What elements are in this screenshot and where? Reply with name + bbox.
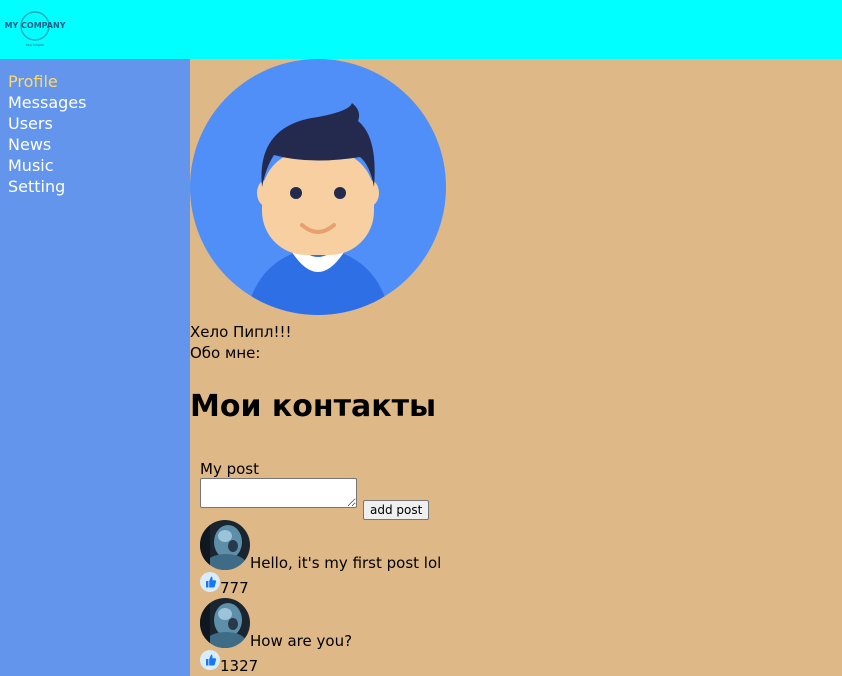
sidebar-item-music[interactable]: Music — [8, 155, 190, 176]
thumbs-up-icon[interactable] — [200, 650, 220, 670]
user-avatar-icon — [190, 59, 446, 315]
contacts-heading: Мои контакты — [190, 389, 437, 424]
post-author-avatar — [200, 520, 250, 570]
sidebar-item-users[interactable]: Users — [8, 113, 190, 134]
company-logo[interactable]: MY COMPANY tag slogan — [4, 8, 66, 52]
new-post-textarea[interactable] — [200, 478, 357, 508]
post-text: Hello, it's my first post lol — [250, 554, 442, 572]
profile-content: Хело Пипл!!! Обо мне: Мои контакты My po… — [190, 59, 842, 676]
about-me-label: Обо мне: — [190, 344, 261, 362]
logo-text: MY COMPANY — [5, 21, 66, 30]
sidebar-item-setting[interactable]: Setting — [8, 176, 190, 197]
add-post-button[interactable]: add post — [363, 500, 430, 520]
thumbs-up-icon[interactable] — [200, 572, 220, 592]
sidebar-item-messages[interactable]: Messages — [8, 92, 190, 113]
post-author-avatar — [200, 598, 250, 648]
my-post-label: My post — [200, 460, 259, 478]
greeting-text: Хело Пипл!!! — [190, 323, 292, 341]
sidebar: Profile Messages Users News Music Settin… — [0, 59, 190, 676]
post-text: How are you? — [250, 632, 353, 650]
like-count: 1327 — [220, 657, 259, 675]
sidebar-item-news[interactable]: News — [8, 134, 190, 155]
sidebar-item-profile[interactable]: Profile — [8, 71, 190, 92]
header: MY COMPANY tag slogan — [0, 0, 842, 59]
like-count: 777 — [220, 579, 249, 597]
logo-tagline: tag slogan — [26, 43, 44, 47]
sidebar-nav: Profile Messages Users News Music Settin… — [0, 59, 190, 197]
